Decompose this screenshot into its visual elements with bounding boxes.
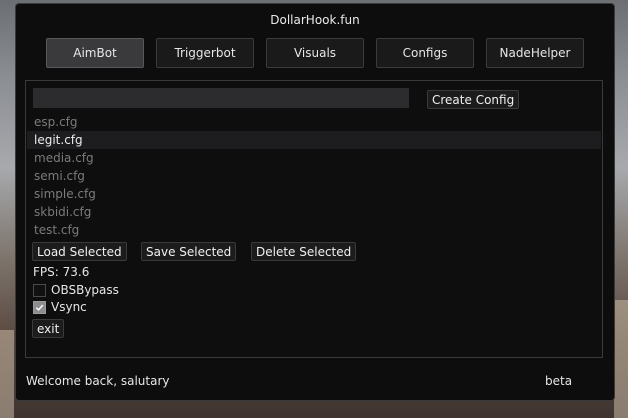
tab-triggerbot[interactable]: Triggerbot	[156, 38, 254, 68]
tab-nadehelper[interactable]: NadeHelper	[486, 38, 584, 68]
vsync-checkbox[interactable]	[33, 300, 46, 314]
obsbypass-option[interactable]: OBSBypass	[33, 283, 119, 297]
background-decor	[614, 300, 628, 418]
load-selected-button[interactable]: Load Selected	[32, 242, 127, 261]
create-config-button[interactable]: Create Config	[427, 90, 520, 109]
config-list-item[interactable]: semi.cfg	[27, 167, 601, 185]
config-list-item[interactable]: media.cfg	[27, 149, 601, 167]
config-name-input[interactable]	[33, 88, 409, 108]
fps-readout: FPS: 73.6	[33, 265, 90, 279]
status-bar: Welcome back, salutary beta	[16, 370, 614, 394]
background-decor	[0, 330, 14, 418]
tab-visuals[interactable]: Visuals	[266, 38, 364, 68]
config-list-item[interactable]: skbidi.cfg	[27, 203, 601, 221]
config-list: esp.cfg legit.cfg media.cfg semi.cfg sim…	[27, 113, 601, 239]
window-title: DollarHook.fun	[270, 13, 360, 27]
config-list-item[interactable]: test.cfg	[27, 221, 601, 239]
configs-panel: Create Config esp.cfg legit.cfg media.cf…	[25, 80, 603, 358]
tab-aimbot[interactable]: AimBot	[46, 38, 144, 68]
obsbypass-checkbox[interactable]	[33, 283, 46, 297]
version-label: beta	[545, 374, 573, 388]
exit-button[interactable]: exit	[32, 319, 65, 338]
welcome-message: Welcome back, salutary	[26, 374, 170, 388]
tab-configs[interactable]: Configs	[376, 38, 474, 68]
delete-selected-button[interactable]: Delete Selected	[251, 242, 357, 261]
main-window: DollarHook.fun AimBot Triggerbot Visuals…	[15, 3, 615, 401]
config-list-item[interactable]: esp.cfg	[27, 113, 601, 131]
config-list-item[interactable]: simple.cfg	[27, 185, 601, 203]
config-list-item[interactable]: legit.cfg	[27, 131, 601, 149]
save-selected-button[interactable]: Save Selected	[141, 242, 237, 261]
obsbypass-label: OBSBypass	[51, 283, 119, 297]
vsync-label: Vsync	[51, 300, 87, 314]
vsync-option[interactable]: Vsync	[33, 300, 87, 314]
checkmark-icon	[35, 304, 44, 311]
